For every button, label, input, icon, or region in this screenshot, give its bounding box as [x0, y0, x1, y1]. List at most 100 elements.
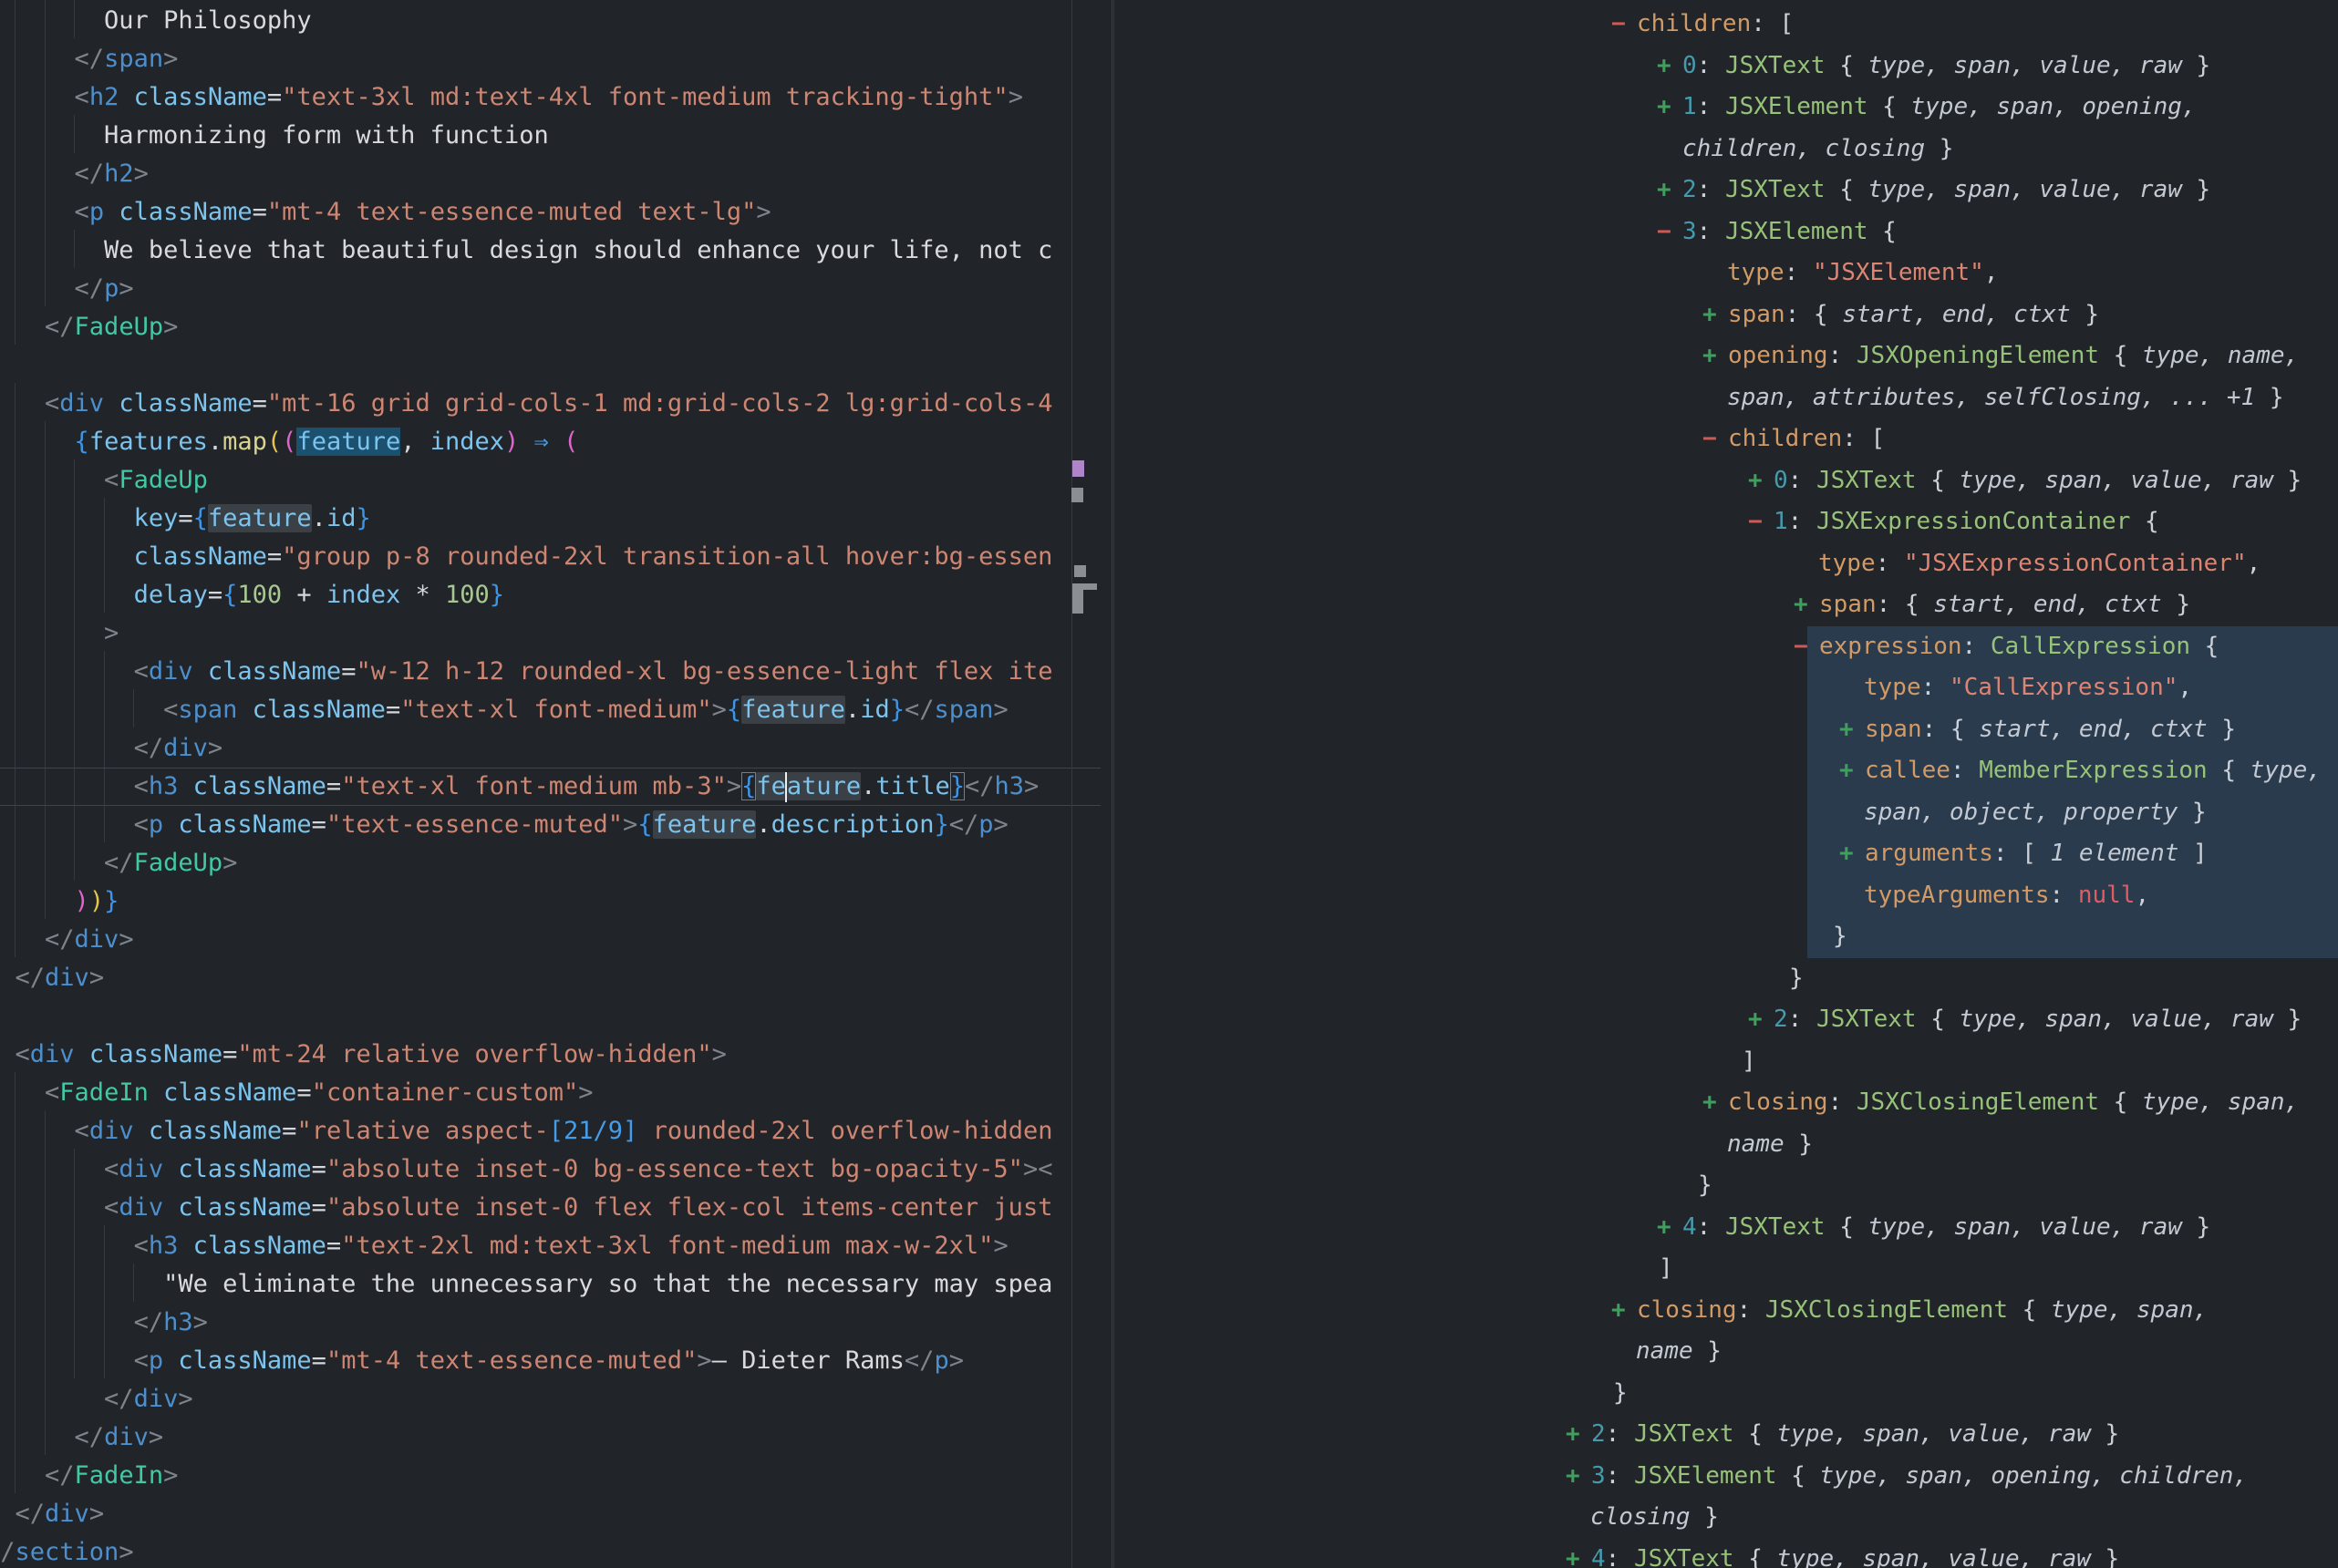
collapse-toggle-icon[interactable]: − — [1702, 418, 1728, 460]
ast-row[interactable]: −expression: CallExpression { — [1114, 626, 2338, 668]
expand-toggle-icon[interactable]: + — [1748, 460, 1774, 502]
code-line[interactable]: <span className="text-xl font-medium">{f… — [0, 691, 1101, 729]
code-line[interactable]: Harmonizing form with function — [0, 117, 1101, 155]
expand-toggle-icon[interactable]: + — [1839, 833, 1865, 875]
ast-row[interactable]: name } — [1114, 1124, 2338, 1166]
code-line[interactable]: <FadeIn className="container-custom"> — [0, 1074, 1101, 1112]
code-line[interactable]: </div> — [0, 1495, 1101, 1533]
code-line[interactable]: delay={100 + index * 100} — [0, 576, 1101, 614]
code-line[interactable]: </FadeIn> — [0, 1457, 1101, 1495]
code-line[interactable]: </div> — [0, 1380, 1101, 1418]
ast-row[interactable]: children, closing } — [1114, 129, 2338, 170]
expand-toggle-icon[interactable]: + — [1794, 584, 1819, 626]
expand-toggle-icon[interactable]: + — [1566, 1414, 1591, 1456]
code-line[interactable]: </h2> — [0, 155, 1101, 193]
ast-row[interactable]: type: "CallExpression", — [1114, 667, 2338, 709]
ast-row[interactable]: +0: JSXText { type, span, value, raw } — [1114, 460, 2338, 502]
ast-row[interactable]: } — [1114, 958, 2338, 1000]
ast-row[interactable]: } — [1114, 916, 2338, 958]
code-line[interactable]: </section> — [0, 1533, 1101, 1566]
ast-row[interactable]: +arguments: [ 1 element ] — [1114, 833, 2338, 875]
collapse-toggle-icon[interactable]: − — [1611, 4, 1637, 46]
ast-row[interactable]: +2: JSXText { type, span, value, raw } — [1114, 170, 2338, 211]
ast-row[interactable]: span, object, property } — [1114, 792, 2338, 834]
ast-row[interactable]: name } — [1114, 1331, 2338, 1373]
expand-toggle-icon[interactable]: + — [1657, 170, 1682, 211]
editor-viewport[interactable]: Our Philosophy </span> <h2 className="te… — [0, 2, 1101, 1566]
code-line[interactable]: We believe that beautiful design should … — [0, 232, 1101, 270]
ast-row[interactable]: +2: JSXText { type, span, value, raw } — [1114, 1414, 2338, 1456]
code-line[interactable]: </FadeUp> — [0, 844, 1101, 882]
expand-toggle-icon[interactable]: + — [1748, 999, 1774, 1041]
expand-toggle-icon[interactable]: + — [1702, 335, 1728, 377]
code-line[interactable]: <p className="mt-4 text-essence-muted te… — [0, 193, 1101, 232]
code-line[interactable]: Our Philosophy — [0, 2, 1101, 40]
code-line[interactable]: <div className="absolute inset-0 flex fl… — [0, 1189, 1101, 1227]
code-line[interactable]: <div className="mt-24 relative overflow-… — [0, 1036, 1101, 1074]
ast-row[interactable]: +0: JSXText { type, span, value, raw } — [1114, 46, 2338, 88]
ast-row[interactable]: +closing: JSXClosingElement { type, span… — [1114, 1290, 2338, 1332]
code-line[interactable]: key={feature.id} — [0, 500, 1101, 538]
expand-toggle-icon[interactable]: + — [1839, 709, 1865, 751]
code-line[interactable]: "We eliminate the unnecessary so that th… — [0, 1265, 1101, 1304]
code-line[interactable]: <div className="mt-16 grid grid-cols-1 m… — [0, 385, 1101, 423]
ast-row[interactable]: +span: { start, end, ctxt } — [1114, 709, 2338, 751]
expand-toggle-icon[interactable]: + — [1702, 1082, 1728, 1124]
ast-row[interactable]: typeArguments: null, — [1114, 875, 2338, 917]
ast-row[interactable]: +1: JSXElement { type, span, opening, — [1114, 87, 2338, 129]
code-editor-panel[interactable]: Our Philosophy </span> <h2 className="te… — [0, 0, 1112, 1568]
code-line[interactable]: </FadeUp> — [0, 308, 1101, 346]
code-line[interactable]: <h3 className="text-2xl md:text-3xl font… — [0, 1227, 1101, 1265]
code-line[interactable]: <FadeUp — [0, 461, 1101, 500]
expand-toggle-icon[interactable]: + — [1702, 294, 1728, 336]
code-line[interactable]: className="group p-8 rounded-2xl transit… — [0, 538, 1101, 576]
ast-row[interactable]: −3: JSXElement { — [1114, 211, 2338, 253]
ast-row[interactable]: type: "JSXExpressionContainer", — [1114, 543, 2338, 585]
ast-row[interactable]: } — [1114, 1373, 2338, 1415]
ast-row[interactable]: −children: [ — [1114, 418, 2338, 460]
expand-toggle-icon[interactable]: + — [1839, 750, 1865, 792]
ast-row[interactable]: +4: JSXText { type, span, value, raw } — [1114, 1207, 2338, 1249]
code-line[interactable]: </div> — [0, 1418, 1101, 1457]
code-line[interactable]: ))} — [0, 882, 1101, 921]
ast-row[interactable]: +closing: JSXClosingElement { type, span… — [1114, 1082, 2338, 1124]
ast-row[interactable]: closing } — [1114, 1497, 2338, 1539]
code-line[interactable]: </p> — [0, 270, 1101, 308]
ast-row[interactable]: +opening: JSXOpeningElement { type, name… — [1114, 335, 2338, 377]
code-line[interactable]: <p className="mt-4 text-essence-muted">—… — [0, 1342, 1101, 1380]
ast-row[interactable]: +2: JSXText { type, span, value, raw } — [1114, 999, 2338, 1041]
ast-row[interactable]: } — [1114, 1165, 2338, 1207]
expand-toggle-icon[interactable]: + — [1657, 1207, 1682, 1249]
ast-row[interactable]: type: "JSXElement", — [1114, 253, 2338, 294]
code-line[interactable]: </div> — [0, 729, 1101, 768]
code-line[interactable]: </div> — [0, 921, 1101, 959]
code-line[interactable] — [0, 997, 1101, 1036]
collapse-toggle-icon[interactable]: − — [1748, 501, 1774, 543]
ast-row[interactable]: +callee: MemberExpression { type, — [1114, 750, 2338, 792]
code-line[interactable]: </span> — [0, 40, 1101, 78]
ast-row[interactable]: +4: JSXText { type, span, value, raw } — [1114, 1539, 2338, 1568]
code-line[interactable]: <div className="w-12 h-12 rounded-xl bg-… — [0, 653, 1101, 691]
code-line[interactable]: <div className="absolute inset-0 bg-esse… — [0, 1150, 1101, 1189]
code-line[interactable]: <p className="text-essence-muted">{featu… — [0, 806, 1101, 844]
ast-row[interactable]: −1: JSXExpressionContainer { — [1114, 501, 2338, 543]
ast-panel[interactable]: −children: [+0: JSXText { type, span, va… — [1113, 0, 2338, 1568]
collapse-toggle-icon[interactable]: − — [1794, 626, 1819, 668]
ast-row[interactable]: +span: { start, end, ctxt } — [1114, 294, 2338, 336]
collapse-toggle-icon[interactable]: − — [1657, 211, 1682, 253]
ast-row[interactable]: +3: JSXElement { type, span, opening, ch… — [1114, 1456, 2338, 1498]
code-line[interactable]: </div> — [0, 959, 1101, 997]
ast-row[interactable]: span, attributes, selfClosing, ... +1 } — [1114, 377, 2338, 419]
ast-row[interactable]: −children: [ — [1114, 4, 2338, 46]
ast-row[interactable]: ] — [1114, 1248, 2338, 1290]
code-line[interactable]: > — [0, 614, 1101, 653]
expand-toggle-icon[interactable]: + — [1566, 1456, 1591, 1498]
expand-toggle-icon[interactable]: + — [1657, 46, 1682, 88]
expand-toggle-icon[interactable]: + — [1657, 87, 1682, 129]
code-line[interactable]: <h2 className="text-3xl md:text-4xl font… — [0, 78, 1101, 117]
code-line[interactable]: {features.map((feature, index) ⇒ ( — [0, 423, 1101, 461]
code-line[interactable] — [0, 346, 1101, 385]
ast-row[interactable]: +span: { start, end, ctxt } — [1114, 584, 2338, 626]
ast-row[interactable]: ] — [1114, 1041, 2338, 1083]
code-line[interactable]: <div className="relative aspect-[21/9] r… — [0, 1112, 1101, 1150]
